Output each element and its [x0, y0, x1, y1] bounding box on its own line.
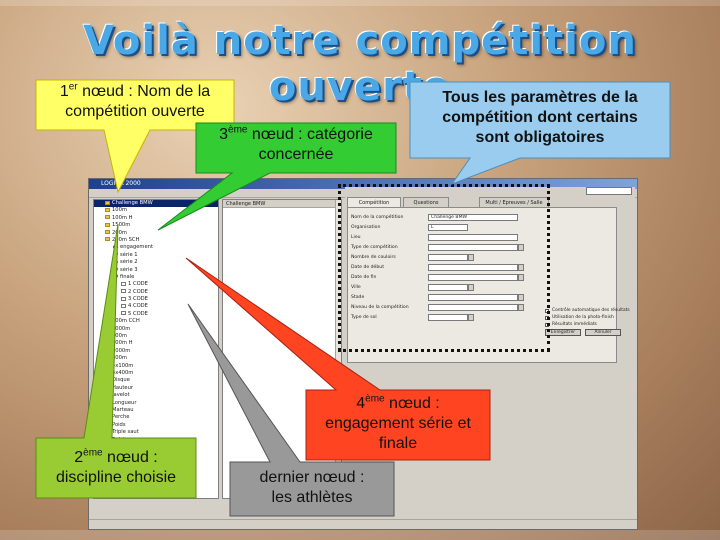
callout-fourth-node-text-b: engagement série et: [325, 415, 471, 432]
callout-first-node-sup: er: [68, 81, 78, 93]
callout-fourth-node-sup: ème: [365, 393, 385, 405]
callout-params-line2: compétition dont certains: [442, 109, 638, 126]
callout-last-node: dernier nœud : les athlètes: [230, 462, 394, 516]
callout-third-node: 3ème nœud : catégorie concernée: [196, 123, 396, 173]
callout-params-line1: Tous les paramètres de la: [442, 89, 638, 106]
callout-fourth-node-text-c: finale: [378, 435, 418, 452]
callout-fourth-node-num: 4: [356, 395, 366, 412]
callout-last-node-line1: dernier nœud :: [259, 469, 365, 486]
callout-second-node-text-b: discipline choisie: [55, 469, 177, 486]
callout-params-line3: sont obligatoires: [475, 129, 605, 146]
callout-second-node-text-a: nœud :: [102, 449, 158, 466]
callout-params: Tous les paramètres de la compétition do…: [410, 82, 670, 158]
callout-third-node-text-a: nœud : catégorie: [247, 126, 373, 143]
callout-first-node-num: 1: [59, 83, 69, 100]
callout-third-node-text-b: concernée: [258, 146, 334, 163]
callout-second-node: 2ème nœud : discipline choisie: [36, 438, 196, 498]
callout-third-node-sup: ème: [228, 124, 248, 136]
callout-last-node-line2: les athlètes: [271, 489, 353, 506]
callout-first-node-text-a: nœud : Nom de la: [77, 83, 211, 100]
callout-fourth-node: 4ème nœud : engagement série et finale: [306, 390, 490, 460]
callout-second-node-sup: ème: [83, 447, 103, 459]
callout-third-node-num: 3: [219, 126, 229, 143]
callout-first-node-text-b: compétition ouverte: [65, 103, 205, 120]
callout-fourth-node-text-a: nœud :: [384, 395, 440, 412]
callout-second-node-num: 2: [74, 449, 84, 466]
